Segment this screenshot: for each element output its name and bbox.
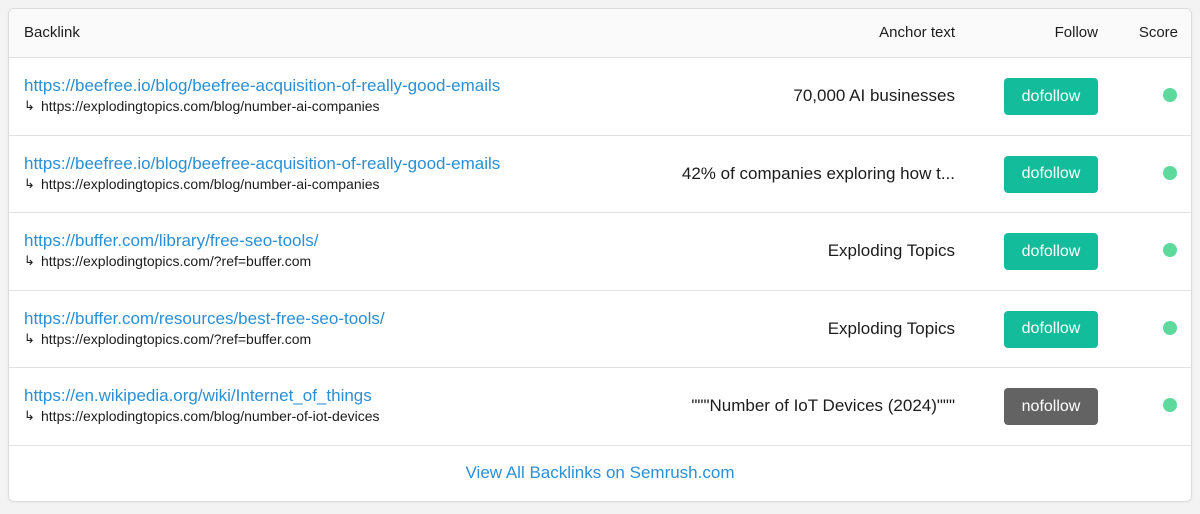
table-row: https://en.wikipedia.org/wiki/Internet_o… — [9, 368, 1191, 446]
backlink-cell: https://beefree.io/blog/beefree-acquisit… — [24, 76, 500, 115]
table-footer: View All Backlinks on Semrush.com — [9, 446, 1191, 501]
anchor-text: 42% of companies exploring how t... — [681, 163, 955, 183]
target-url-line: ↳ https://explodingtopics.com/blog/numbe… — [24, 175, 500, 193]
header-backlink: Backlink — [24, 24, 80, 41]
target-url-line: ↳ https://explodingtopics.com/?ref=buffe… — [24, 330, 385, 348]
anchor-text: Exploding Topics — [827, 318, 955, 338]
table-row: https://beefree.io/blog/beefree-acquisit… — [9, 136, 1191, 213]
redirect-arrow-icon: ↳ — [24, 175, 35, 191]
target-url: https://explodingtopics.com/?ref=buffer.… — [41, 253, 312, 269]
backlink-cell: https://buffer.com/library/free-seo-tool… — [24, 231, 318, 270]
backlink-cell: https://beefree.io/blog/beefree-acquisit… — [24, 154, 500, 193]
redirect-arrow-icon: ↳ — [24, 253, 35, 268]
anchor-text: 70,000 AI businesses — [793, 86, 955, 106]
backlink-cell: https://en.wikipedia.org/wiki/Internet_o… — [24, 386, 380, 425]
header-anchor-text: Anchor text — [879, 24, 955, 41]
follow-badge: dofollow — [1004, 233, 1098, 270]
follow-badge: dofollow — [1004, 78, 1098, 115]
header-follow: Follow — [1054, 24, 1098, 41]
backlink-cell: https://buffer.com/resources/best-free-s… — [24, 309, 385, 348]
target-url: https://explodingtopics.com/?ref=buffer.… — [41, 330, 312, 347]
target-url: https://explodingtopics.com/blog/number-… — [41, 175, 380, 192]
table-header: Backlink Anchor text Follow Score — [9, 9, 1191, 58]
backlink-url[interactable]: https://buffer.com/library/free-seo-tool… — [24, 231, 318, 251]
score-dot — [1163, 88, 1177, 102]
header-score: Score — [1138, 24, 1178, 41]
anchor-text: """Number of IoT Devices (2024)""" — [691, 396, 955, 416]
target-url: https://explodingtopics.com/blog/number-… — [41, 408, 380, 424]
score-dot — [1163, 243, 1177, 257]
anchor-text: Exploding Topics — [827, 241, 955, 261]
backlink-url[interactable]: https://beefree.io/blog/beefree-acquisit… — [24, 154, 500, 174]
table-row: https://buffer.com/resources/best-free-s… — [9, 291, 1191, 368]
backlinks-table: Backlink Anchor text Follow Score https:… — [8, 8, 1192, 502]
follow-badge: nofollow — [1004, 388, 1098, 425]
target-url: https://explodingtopics.com/blog/number-… — [41, 98, 380, 114]
backlink-url[interactable]: https://buffer.com/resources/best-free-s… — [24, 309, 385, 329]
backlink-url[interactable]: https://beefree.io/blog/beefree-acquisit… — [24, 76, 500, 96]
follow-badge: dofollow — [1004, 155, 1098, 193]
table-row: https://buffer.com/library/free-seo-tool… — [9, 213, 1191, 291]
redirect-arrow-icon: ↳ — [24, 98, 35, 113]
target-url-line: ↳ https://explodingtopics.com/?ref=buffe… — [24, 252, 318, 270]
score-dot — [1163, 165, 1177, 180]
backlink-url[interactable]: https://en.wikipedia.org/wiki/Internet_o… — [24, 386, 380, 406]
score-dot — [1163, 398, 1177, 412]
target-url-line: ↳ https://explodingtopics.com/blog/numbe… — [24, 97, 500, 115]
table-row: https://beefree.io/blog/beefree-acquisit… — [9, 58, 1191, 136]
score-dot — [1163, 320, 1177, 335]
view-all-backlinks-link[interactable]: View All Backlinks on Semrush.com — [466, 463, 735, 483]
redirect-arrow-icon: ↳ — [24, 408, 35, 423]
target-url-line: ↳ https://explodingtopics.com/blog/numbe… — [24, 407, 380, 425]
redirect-arrow-icon: ↳ — [24, 330, 35, 346]
follow-badge: dofollow — [1004, 310, 1098, 348]
